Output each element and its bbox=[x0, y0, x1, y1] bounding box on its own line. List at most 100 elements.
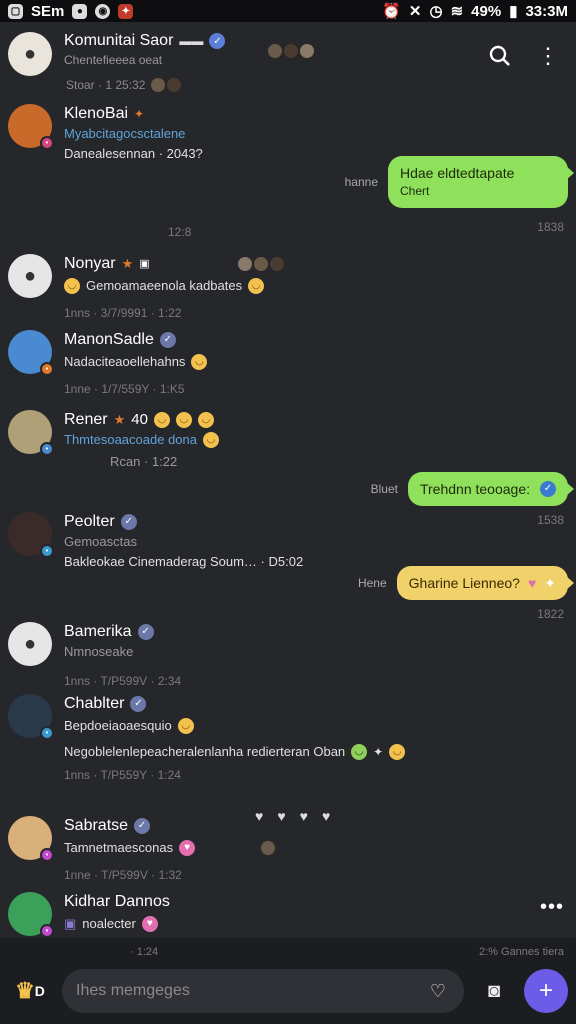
camera-button[interactable]: ◙ bbox=[474, 971, 514, 1011]
list-item[interactable]: • KlenoBai ✦ Myabcitagocsctalene Daneales… bbox=[8, 104, 568, 162]
count-badge: 40 bbox=[131, 411, 148, 428]
list-item[interactable]: • Peolter ✓ Gemoasctas Bakleokae Cinemade… bbox=[8, 512, 568, 570]
list-item[interactable]: • ManonSadle ✓ Nadaciteaoellehahns ◡ 1nne… bbox=[8, 330, 568, 396]
timestamp: 1nne · 1/7/559Y · 1:K5 bbox=[64, 382, 185, 396]
heart-icon: ♥ bbox=[141, 916, 158, 932]
trophy-button[interactable]: ♛ D bbox=[8, 969, 52, 1013]
avatar: ● bbox=[8, 622, 52, 666]
wifi-icon: ≋ bbox=[450, 3, 464, 20]
message-input[interactable] bbox=[76, 982, 426, 1000]
notification-icon: ▢ bbox=[8, 3, 23, 19]
message-bubble[interactable]: Hdae eldtedtapate Chert bbox=[388, 156, 574, 208]
contact-status: Nmnoseake bbox=[64, 644, 134, 659]
smile-emoji-icon: ◡ bbox=[64, 278, 80, 294]
list-item[interactable]: • Sabratse ✓ Tamnetmaesconas ♥ 1nne · T/P… bbox=[8, 816, 568, 882]
smile-emoji-icon: ◡ bbox=[191, 354, 208, 370]
sparkle-icon: ✦ bbox=[544, 575, 556, 591]
contact-name: Rener bbox=[64, 411, 108, 428]
list-item[interactable]: • Rener ★ 40 ◡ ◡ ◡ Thmtesoaacoade dona ◡… bbox=[8, 410, 568, 470]
chat-icon: ◉ bbox=[95, 3, 111, 19]
verified-icon: ✓ bbox=[120, 514, 137, 530]
contact-status: Bepdoeiaoaesquio ◡ bbox=[64, 718, 568, 734]
status-badge: • bbox=[40, 848, 54, 862]
status-bar: ▢ SEm ● ◉ ✦ ⏰ ✕ ◷ ≋ 49% ▮ 33:3M bbox=[0, 0, 576, 22]
plus-icon: + bbox=[538, 977, 553, 1004]
search-icon bbox=[489, 45, 510, 66]
contact-name: Nonyar bbox=[64, 255, 116, 272]
message-bubble[interactable]: Gharine Lienneo? ♥ ✦ bbox=[396, 566, 574, 600]
participant-avatars bbox=[268, 44, 314, 58]
contact-name: Peolter bbox=[64, 513, 115, 530]
verified-icon: ✓ bbox=[137, 624, 154, 640]
contact-name: KlenoBai bbox=[64, 105, 129, 122]
time-text: 33:3M bbox=[525, 2, 568, 20]
more-vertical-icon: ⋮ bbox=[537, 43, 559, 68]
camera-small-icon: ▣ bbox=[139, 258, 150, 270]
app-icon: ● bbox=[72, 3, 88, 19]
trophy-icon: ♛ bbox=[15, 978, 35, 1003]
battery-text: 49% bbox=[471, 2, 502, 20]
bubble-sender: hanne bbox=[344, 175, 378, 189]
bubble-sender: Hene bbox=[357, 576, 387, 590]
message-bubble-row: Hene Gharine Lienneo? ♥ ✦ bbox=[357, 566, 574, 600]
timestamp: 1nns · 3/7/9991 · 1:22 bbox=[64, 306, 182, 320]
smile-emoji-icon: ◡ bbox=[177, 718, 194, 734]
avatar: • bbox=[8, 512, 54, 558]
list-item[interactable]: • Kidhar Dannos ▣ noalecter ♥ bbox=[8, 892, 568, 938]
avatar: • bbox=[8, 410, 54, 456]
mute-icon: ✕ bbox=[408, 3, 422, 20]
sticker-icon bbox=[261, 841, 276, 855]
pin-icon: ▣ bbox=[64, 916, 77, 931]
status-badge: • bbox=[40, 924, 54, 938]
message-bubble-row: Bluet Trehdnn teooage: ✓ bbox=[371, 472, 574, 506]
seen-icon: ✓ bbox=[540, 481, 556, 497]
status-badge: • bbox=[40, 726, 54, 740]
contact-name: Bamerika bbox=[64, 623, 132, 640]
avatar: ● bbox=[8, 254, 52, 298]
bottom-meta: · 1:24 2:% Gannes tiera bbox=[130, 946, 564, 958]
list-item[interactable]: • Chablter ✓ Bepdoeiaoaesquio ◡ Negoblele… bbox=[8, 694, 568, 782]
heart-icon: ♥ bbox=[527, 575, 537, 591]
message-preview: Tamnetmaesconas ♥ bbox=[64, 840, 568, 856]
message-bubble-row: hanne Hdae eldtedtapate Chert bbox=[344, 156, 574, 208]
clock-icon: ◷ bbox=[429, 3, 443, 20]
timestamp: 1nns · T/P599V · 2:34 bbox=[64, 674, 182, 688]
list-item[interactable]: ● Bamerika ✓ Nmnoseake 1nns · T/P599V · 2… bbox=[8, 622, 568, 688]
more-options-button[interactable]: ⋮ bbox=[536, 43, 560, 68]
list-item[interactable]: ● Nonyar ★ ▣ ◡ Gemoamaeenola kadbates ◡ … bbox=[8, 254, 568, 320]
contact-name: Chablter bbox=[64, 695, 125, 712]
message-preview: Nadaciteaoellehahns ◡ bbox=[64, 354, 568, 370]
verified-icon: ✓ bbox=[130, 696, 147, 712]
message-preview: Negoblelenlepeacheralenlanha redierteran… bbox=[64, 744, 568, 760]
grin-emoji-icon: ◡ bbox=[197, 412, 214, 428]
grin-emoji-icon: ◡ bbox=[153, 412, 170, 428]
avatar: • bbox=[8, 330, 54, 376]
avatar[interactable]: ● bbox=[8, 32, 52, 76]
fire-icon: ✦ bbox=[134, 107, 145, 121]
status-badge: • bbox=[40, 136, 54, 150]
laugh-emoji-icon: ◡ bbox=[351, 744, 368, 760]
composer-bar: · 1:24 2:% Gannes tiera ♛D ♡ ◙ + bbox=[0, 938, 576, 1024]
status-left-text: SEm bbox=[31, 2, 65, 20]
message-bubble[interactable]: Trehdnn teooage: ✓ bbox=[407, 472, 574, 506]
contact-name: Kidhar Dannos bbox=[64, 893, 170, 910]
star-icon: ★ bbox=[121, 256, 134, 271]
status-badge: • bbox=[40, 544, 54, 558]
battery-icon: ▮ bbox=[509, 3, 518, 20]
message-preview: ▣ noalecter ♥ bbox=[64, 916, 568, 932]
timestamp: 1nne · T/P599V · 1:32 bbox=[64, 868, 182, 882]
avatar: • bbox=[8, 816, 54, 862]
verified-icon: ✓ bbox=[134, 818, 151, 834]
star-icon: ★ bbox=[113, 412, 126, 427]
verified-icon: ✓ bbox=[209, 33, 226, 49]
search-button[interactable] bbox=[488, 44, 512, 68]
wink-emoji-icon: ◡ bbox=[248, 278, 265, 294]
heart-outline-icon[interactable]: ♡ bbox=[426, 981, 450, 1002]
cool-emoji-icon: ◡ bbox=[202, 432, 219, 448]
header-meta: Stoar · 1 25:32 bbox=[66, 78, 182, 92]
grin-emoji-icon: ◡ bbox=[389, 744, 406, 760]
add-button[interactable]: + bbox=[524, 969, 568, 1013]
more-horizontal-icon[interactable]: ••• bbox=[540, 896, 564, 919]
avatar: • bbox=[8, 104, 54, 150]
contact-name: Sabratse bbox=[64, 817, 129, 834]
